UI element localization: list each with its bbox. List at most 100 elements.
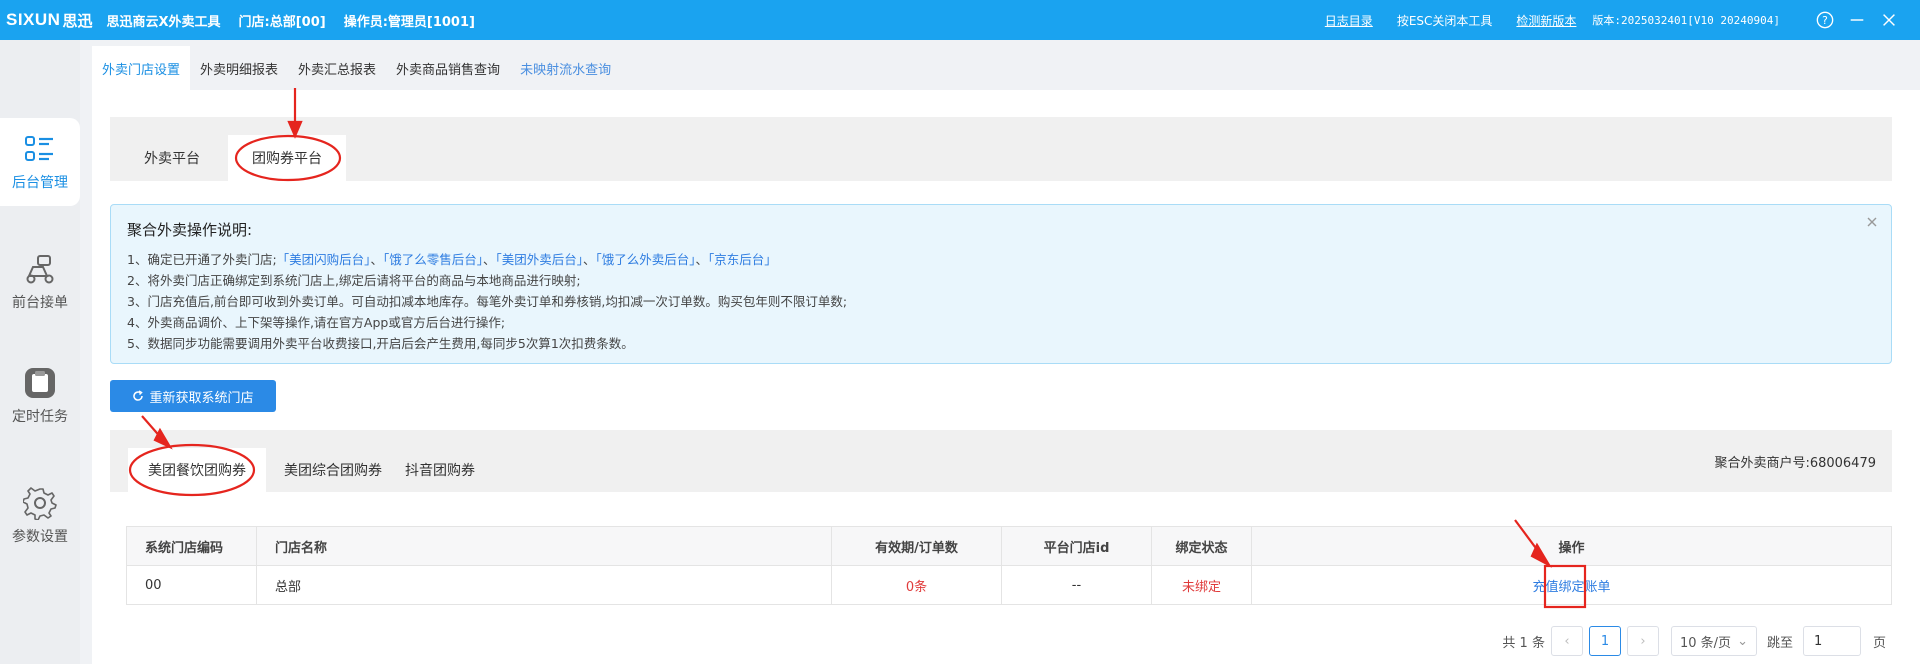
col-store-code: 系统门店编码 <box>126 526 257 566</box>
cell-bind-status: 未绑定 <box>1151 565 1252 605</box>
app-name: 思迅商云X外卖工具 <box>106 14 221 30</box>
merchant-number: 聚合外卖商户号:68006479 <box>1714 456 1876 471</box>
page-size-value: 10 条/页 <box>1679 635 1732 651</box>
sidebar-item-front-orders[interactable]: 前台接单 <box>0 238 80 326</box>
tab-detail-report[interactable]: 外卖明细报表 <box>190 46 288 90</box>
table-header-row: 系统门店编码 门店名称 有效期/订单数 平台门店id 绑定状态 操作 <box>126 526 1892 566</box>
link-meituan-delivery[interactable]: 「美团外卖后台」 <box>495 252 583 267</box>
recharge-link[interactable]: 充值 <box>1532 580 1558 595</box>
sidebar-item-label: 定时任务 <box>12 409 68 425</box>
prev-page-button[interactable]: ‹ <box>1550 626 1583 656</box>
tab-label: 外卖平台 <box>144 151 200 167</box>
tab-label: 美团餐饮团购券 <box>148 463 246 479</box>
content-area: 外卖平台 团购券平台 聚合外卖操作说明: 1、确定已开通了外卖门店;「美团闪购后… <box>86 90 1920 664</box>
pagination: 共 1 条 ‹ 1 › 10 条/页 ⌄ 跳至 1 页 <box>1502 626 1886 656</box>
title-bar: SIXUN 思迅 思迅商云X外卖工具 门店:总部[00] 操作员:管理员[100… <box>0 0 1920 40</box>
chevron-down-icon: ⌄ <box>1737 633 1748 649</box>
tab-product-sales[interactable]: 外卖商品销售查询 <box>386 46 510 90</box>
col-validity: 有效期/订单数 <box>831 526 1002 566</box>
sidebar-item-scheduled-tasks[interactable]: 定时任务 <box>0 352 80 440</box>
col-store-name: 门店名称 <box>256 526 832 566</box>
notice-line-1: 1、确定已开通了外卖门店;「美团闪购后台」、「饿了么零售后台」、「美团外卖后台」… <box>127 249 1875 270</box>
task-icon <box>25 368 55 398</box>
next-page-button[interactable]: › <box>1626 626 1659 656</box>
tab-meituan-general[interactable]: 美团综合团购券 <box>264 448 402 492</box>
sidebar-item-label: 前台接单 <box>12 295 68 311</box>
link-eleme-delivery[interactable]: 「饿了么外卖后台」 <box>596 252 696 267</box>
cell-store-name: 总部 <box>256 565 832 605</box>
sidebar-item-label: 参数设置 <box>12 529 68 545</box>
tab-label: 美团综合团购券 <box>284 463 382 479</box>
tab-unmapped-flow[interactable]: 未映射流水查询 <box>510 46 621 90</box>
notice-line-4: 4、外卖商品调价、上下架等操作,请在官方App或官方后台进行操作; <box>127 315 506 330</box>
notice-line-5: 5、数据同步功能需要调用外卖平台收费接口,开启后会产生费用,每同步5次算1次扣费… <box>127 336 634 351</box>
total-count: 共 1 条 <box>1502 635 1545 651</box>
separator: 、 <box>370 252 383 267</box>
tab-douyin[interactable]: 抖音团购券 <box>385 448 495 492</box>
notice-panel: 聚合外卖操作说明: 1、确定已开通了外卖门店;「美团闪购后台」、「饿了么零售后台… <box>110 204 1892 364</box>
brand-logo: SIXUN 思迅 <box>6 10 92 31</box>
close-icon[interactable] <box>1880 11 1898 29</box>
refresh-stores-button[interactable]: 重新获取系统门店 <box>110 380 276 412</box>
notice-line-2: 2、将外卖门店正确绑定到系统门店上,绑定后请将平台的商品与本地商品进行映射; <box>127 273 581 288</box>
brand-name-en: SIXUN <box>6 10 61 29</box>
gear-icon <box>23 487 57 520</box>
brand-name-cn: 思迅 <box>62 11 93 30</box>
minimize-icon[interactable] <box>1848 11 1866 29</box>
separator: 、 <box>695 252 709 267</box>
cell-actions: 充值绑定账单 <box>1251 565 1892 605</box>
col-bind-status: 绑定状态 <box>1151 526 1252 566</box>
separator: 、 <box>583 252 596 267</box>
page-size-select[interactable]: 10 条/页 ⌄ <box>1670 626 1757 656</box>
close-notice-icon[interactable] <box>1865 215 1879 229</box>
tab-meituan-catering[interactable]: 美团餐饮团购券 <box>128 448 266 492</box>
page-number-button[interactable]: 1 <box>1588 626 1621 656</box>
cell-platform-id: -- <box>1001 565 1152 605</box>
tab-label: 外卖明细报表 <box>200 62 279 78</box>
jump-page-input[interactable]: 1 <box>1802 626 1861 656</box>
tab-label: 外卖门店设置 <box>102 62 181 78</box>
main-panel: 外卖门店设置 外卖明细报表 外卖汇总报表 外卖商品销售查询 未映射流水查询 外卖… <box>86 46 1920 664</box>
groupon-tab-bar: 美团餐饮团购券 美团综合团购券 抖音团购券 聚合外卖商户号:68006479 <box>110 430 1892 492</box>
store-info: 门店:总部[00] <box>238 14 326 30</box>
bill-link[interactable]: 账单 <box>1585 580 1611 595</box>
scooter-icon <box>26 255 54 284</box>
check-update-link[interactable]: 检测新版本 <box>1516 12 1576 29</box>
tab-groupon-platform[interactable]: 团购券平台 <box>228 135 346 181</box>
link-eleme-retail[interactable]: 「饿了么零售后台」 <box>383 252 483 267</box>
bind-link[interactable]: 绑定 <box>1558 580 1584 595</box>
separator: 、 <box>482 252 496 267</box>
sidebar-item-label: 后台管理 <box>12 175 68 191</box>
page-suffix: 页 <box>1872 635 1886 651</box>
svg-text:?: ? <box>1822 14 1828 27</box>
notice-text: 1、确定已开通了外卖门店; <box>127 252 277 267</box>
esc-hint: 按ESC关闭本工具 <box>1396 13 1493 28</box>
tab-store-settings[interactable]: 外卖门店设置 <box>92 46 191 90</box>
operator-info: 操作员:管理员[1001] <box>343 14 475 30</box>
tab-label: 未映射流水查询 <box>520 62 612 78</box>
cell-store-code: 00 <box>126 565 257 605</box>
table-row: 00 总部 0条 -- 未绑定 充值绑定账单 <box>126 565 1892 605</box>
tab-delivery-platform[interactable]: 外卖平台 <box>120 135 224 181</box>
tab-summary-report[interactable]: 外卖汇总报表 <box>288 46 386 90</box>
tab-label: 外卖商品销售查询 <box>396 62 501 78</box>
help-icon[interactable]: ? <box>1816 11 1834 29</box>
log-directory-link[interactable]: 日志目录 <box>1325 12 1373 29</box>
col-actions: 操作 <box>1251 526 1892 566</box>
store-table: 系统门店编码 门店名称 有效期/订单数 平台门店id 绑定状态 操作 00 总部… <box>126 526 1892 605</box>
tab-label: 抖音团购券 <box>405 463 475 479</box>
link-meituan-flash[interactable]: 「美团闪购后台」 <box>277 252 371 267</box>
cell-validity: 0条 <box>831 565 1002 605</box>
link-jd-backend[interactable]: 「京东后台」 <box>708 252 777 267</box>
sidebar: 后台管理 前台接单 定时任务 参数设置 <box>0 40 80 664</box>
list-icon <box>25 136 53 161</box>
col-platform-id: 平台门店id <box>1001 526 1152 566</box>
tab-label: 外卖汇总报表 <box>298 62 377 78</box>
button-label: 重新获取系统门店 <box>149 390 254 406</box>
version-text: 版本:2025032401[V10 20240904] <box>1592 14 1780 27</box>
notice-line-3: 3、门店充值后,前台即可收到外卖订单。可自动扣减本地库存。每笔外卖订单和券核销,… <box>127 294 848 309</box>
platform-tab-bar: 外卖平台 团购券平台 <box>110 117 1892 181</box>
refresh-icon <box>133 390 144 401</box>
sidebar-item-backend[interactable]: 后台管理 <box>0 118 80 206</box>
sidebar-item-settings[interactable]: 参数设置 <box>0 472 80 560</box>
